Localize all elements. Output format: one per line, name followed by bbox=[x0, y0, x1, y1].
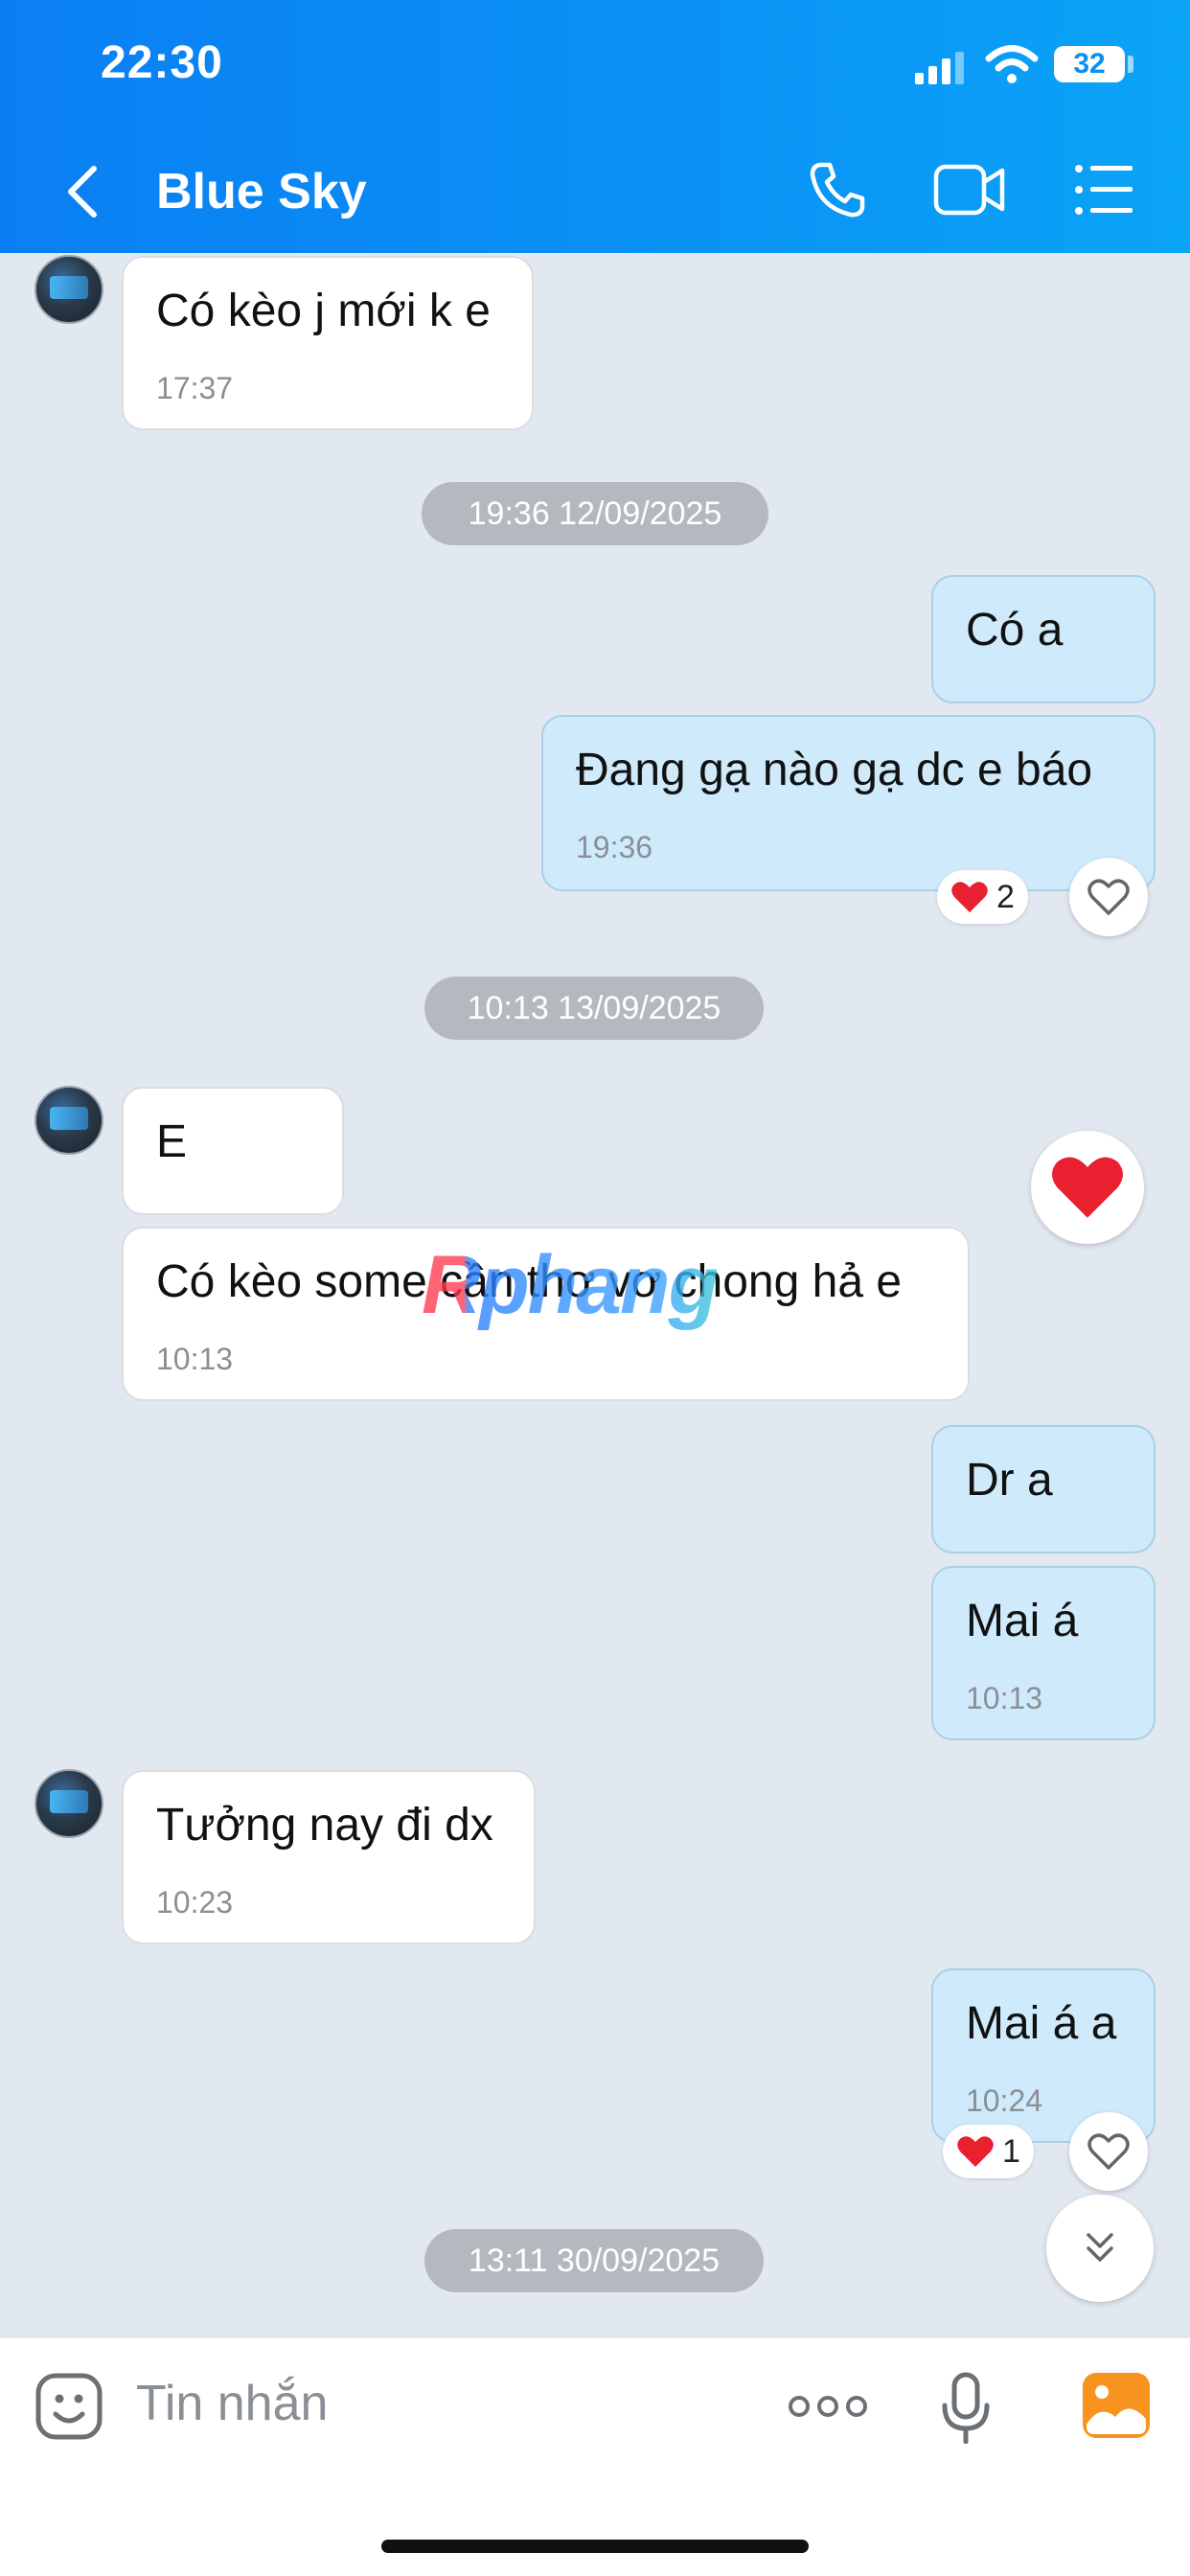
message-text: E bbox=[156, 1116, 188, 1167]
message-time: 19:36 bbox=[576, 830, 653, 864]
heart-outline-icon bbox=[1087, 879, 1130, 915]
message-incoming[interactable]: E bbox=[122, 1087, 344, 1215]
reaction-summary[interactable]: 2 bbox=[937, 870, 1028, 924]
heart-outline-icon bbox=[1087, 2133, 1130, 2170]
heart-icon bbox=[957, 2136, 994, 2167]
message-time: 10:13 bbox=[156, 1342, 234, 1376]
watermark-logo: Rphang bbox=[422, 1239, 719, 1331]
back-icon[interactable] bbox=[57, 163, 115, 220]
message-outgoing[interactable]: Dr a bbox=[931, 1425, 1156, 1553]
chat-title[interactable]: Blue Sky bbox=[156, 163, 367, 220]
menu-icon[interactable] bbox=[1073, 163, 1134, 217]
date-separator: 13:11 30/09/2025 bbox=[424, 2229, 764, 2292]
reaction-summary[interactable]: 1 bbox=[943, 2125, 1034, 2178]
message-time: 10:23 bbox=[156, 1885, 234, 1920]
message-text: Đang gạ nào gạ dc e báo bbox=[576, 745, 1093, 795]
react-button[interactable] bbox=[1069, 858, 1148, 936]
battery-icon: 32 bbox=[1054, 46, 1125, 82]
react-button[interactable] bbox=[1069, 2112, 1148, 2191]
message-incoming[interactable]: Có kèo j mới k e 17:37 bbox=[122, 256, 534, 430]
reaction-count: 2 bbox=[996, 878, 1015, 915]
home-indicator bbox=[381, 2540, 809, 2553]
message-outgoing[interactable]: Có a bbox=[931, 575, 1156, 703]
message-text: Mai á a bbox=[966, 1998, 1117, 2049]
chat-header: 22:30 32 Blue Sky bbox=[0, 0, 1190, 253]
phone-icon[interactable] bbox=[807, 159, 868, 220]
message-time: 10:24 bbox=[966, 2083, 1043, 2118]
message-text: Dr a bbox=[966, 1455, 1053, 1506]
microphone-icon[interactable] bbox=[941, 2371, 991, 2444]
wifi-icon bbox=[985, 45, 1039, 83]
date-separator: 19:36 12/09/2025 bbox=[422, 482, 768, 545]
message-text: Có kèo j mới k e bbox=[156, 286, 491, 336]
message-outgoing[interactable]: Đang gạ nào gạ dc e báo 19:36 bbox=[541, 715, 1156, 891]
more-icon[interactable] bbox=[788, 2392, 868, 2421]
message-outgoing[interactable]: Mai á 10:13 bbox=[931, 1566, 1156, 1740]
video-call-icon[interactable] bbox=[933, 161, 1006, 218]
date-separator: 10:13 13/09/2025 bbox=[424, 977, 764, 1040]
quick-heart-button[interactable] bbox=[1031, 1131, 1144, 1244]
heart-icon bbox=[951, 882, 988, 912]
message-input[interactable]: Tin nhắn bbox=[136, 2375, 328, 2432]
message-text: Tưởng nay đi dx bbox=[156, 1800, 493, 1851]
contact-avatar[interactable] bbox=[34, 1086, 103, 1155]
emoji-icon[interactable] bbox=[34, 2372, 103, 2441]
heart-icon bbox=[1052, 1157, 1123, 1218]
message-time: 10:13 bbox=[966, 1681, 1043, 1715]
signal-icon bbox=[915, 52, 964, 84]
status-time: 22:30 bbox=[101, 37, 223, 88]
scroll-down-icon bbox=[1087, 2233, 1113, 2262]
battery-level: 32 bbox=[1073, 48, 1106, 80]
message-time: 17:37 bbox=[156, 371, 234, 405]
contact-avatar[interactable] bbox=[34, 255, 103, 324]
message-text: Có a bbox=[966, 605, 1064, 656]
message-incoming[interactable]: Tưởng nay đi dx 10:23 bbox=[122, 1770, 536, 1944]
contact-avatar[interactable] bbox=[34, 1769, 103, 1838]
message-text: Mai á bbox=[966, 1596, 1079, 1646]
scroll-down-button[interactable] bbox=[1046, 2195, 1154, 2302]
reaction-count: 1 bbox=[1002, 2132, 1020, 2170]
message-composer: Tin nhắn bbox=[0, 2338, 1190, 2576]
photo-icon[interactable] bbox=[1081, 2371, 1152, 2440]
